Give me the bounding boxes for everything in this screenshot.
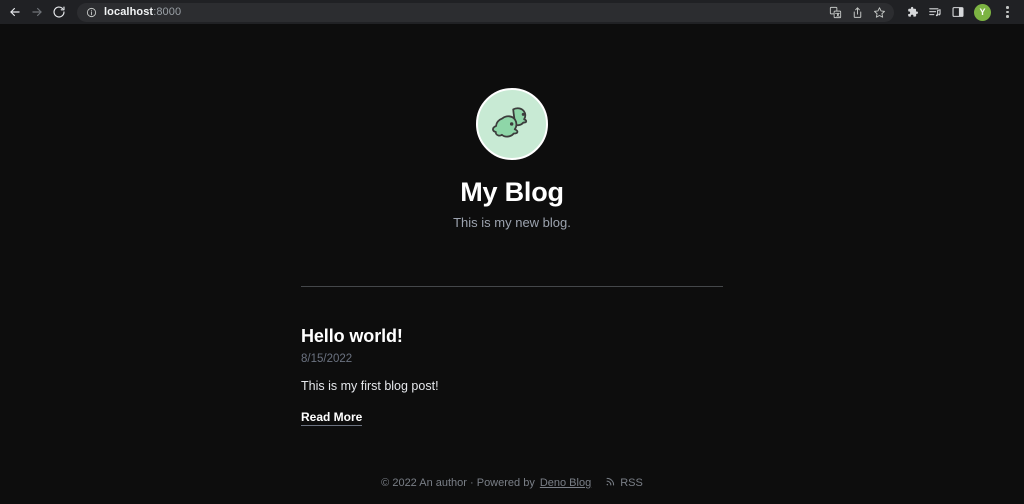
url-port: :8000: [153, 6, 182, 18]
browser-toolbar: localhost:8000 Y: [0, 0, 1024, 24]
post-list: Hello world! 8/15/2022 This is my first …: [301, 326, 723, 426]
blog-container: My Blog This is my new blog. Hello world…: [301, 24, 723, 490]
rss-link[interactable]: RSS: [605, 476, 643, 490]
bookmark-star-icon[interactable]: [869, 2, 890, 22]
translate-icon[interactable]: [825, 2, 846, 22]
reload-icon: [52, 5, 66, 19]
side-panel-icon[interactable]: [947, 2, 968, 22]
address-bar[interactable]: localhost:8000: [77, 2, 894, 22]
url-text[interactable]: localhost:8000: [104, 6, 825, 18]
post-title[interactable]: Hello world!: [301, 326, 723, 347]
header-divider: [301, 286, 723, 287]
list-item: Hello world! 8/15/2022 This is my first …: [301, 326, 723, 426]
back-arrow-icon: [8, 5, 22, 19]
footer-copyright: © 2022 An author · Powered by: [381, 477, 535, 489]
blog-header: My Blog This is my new blog.: [453, 88, 571, 230]
extensions-puzzle-icon[interactable]: [901, 2, 922, 22]
chrome-menu-button[interactable]: [997, 2, 1018, 22]
read-more-link[interactable]: Read More: [301, 410, 363, 426]
profile-avatar[interactable]: Y: [974, 3, 991, 21]
omnibox-actions: [825, 2, 890, 22]
blog-avatar-logo: [475, 88, 548, 160]
url-host: localhost: [104, 6, 154, 18]
media-playlist-icon[interactable]: [924, 2, 945, 22]
rss-label: RSS: [620, 477, 643, 489]
page-title: My Blog: [460, 177, 564, 207]
site-info-icon[interactable]: [85, 6, 98, 19]
reload-button[interactable]: [48, 2, 70, 22]
blog-tagline: This is my new blog.: [453, 215, 571, 230]
share-icon[interactable]: [847, 2, 868, 22]
three-dots-icon: [1006, 6, 1009, 18]
post-date: 8/15/2022: [301, 353, 353, 365]
deno-blog-link[interactable]: Deno Blog: [540, 477, 591, 489]
toolbar-icons: Y: [901, 2, 1018, 22]
rss-icon: [605, 476, 616, 490]
post-snippet: This is my first blog post!: [301, 379, 439, 393]
page-viewport: My Blog This is my new blog. Hello world…: [0, 24, 1024, 504]
deno-dinosaur-icon: [486, 96, 538, 153]
forward-arrow-icon: [30, 5, 44, 19]
page-footer: © 2022 An author · Powered by Deno Blog …: [301, 476, 723, 490]
back-button[interactable]: [4, 2, 26, 22]
forward-button[interactable]: [26, 2, 48, 22]
